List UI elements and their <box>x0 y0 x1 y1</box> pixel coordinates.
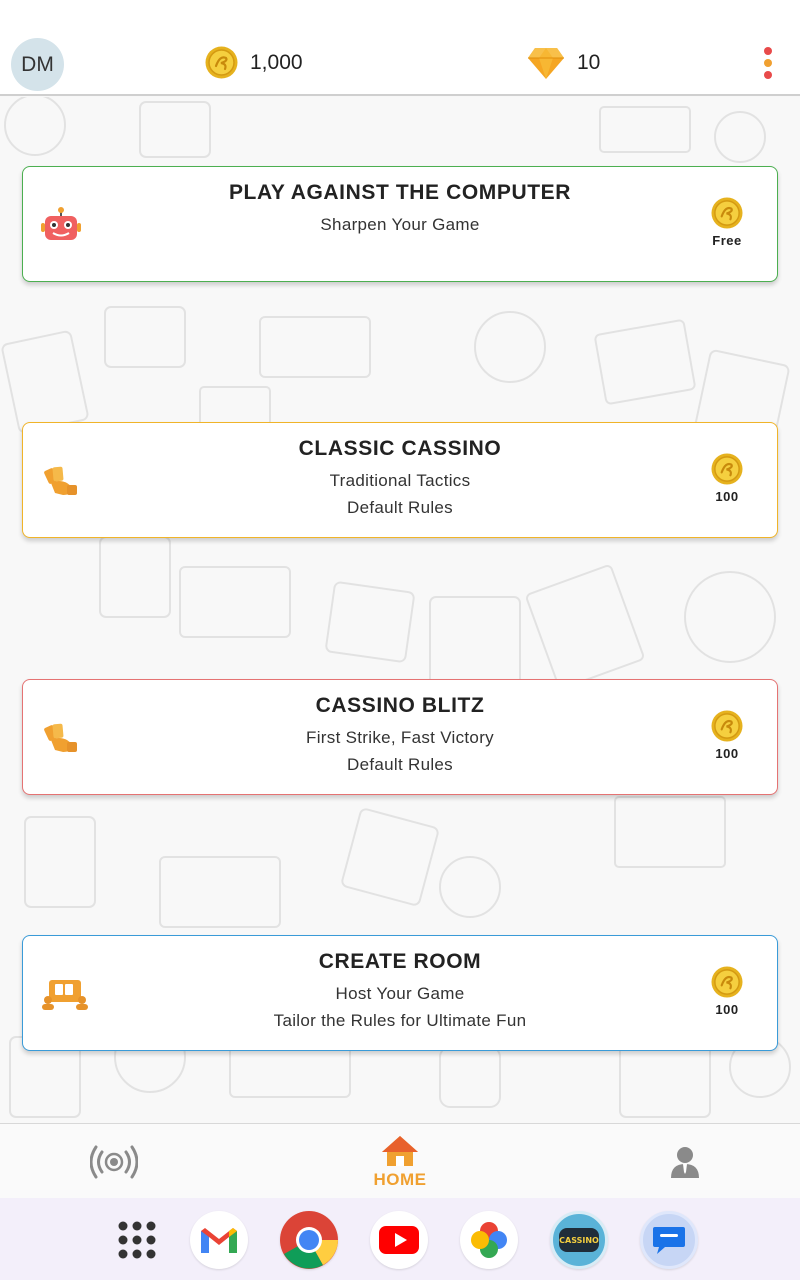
entry-cost-label: 100 <box>715 1002 739 1017</box>
entry-cost: 100 <box>707 710 747 761</box>
nav-item-live[interactable] <box>84 1124 144 1199</box>
mode-card-cassino-blitz[interactable]: CASSINO BLITZ First Strike, Fast Victory… <box>22 679 778 795</box>
chrome-icon[interactable] <box>280 1211 338 1269</box>
profile-icon <box>671 1146 699 1178</box>
playing-cards-hand-icon <box>44 723 77 752</box>
mode-rules: Tailor the Rules for Ultimate Fun <box>273 1011 527 1030</box>
nav-item-home[interactable]: HOME <box>360 1124 440 1199</box>
mode-card-create-room[interactable]: CREATE ROOM Host Your Game Tailor the Ru… <box>22 935 778 1051</box>
entry-cost: Free <box>707 197 747 248</box>
mode-rules: Default Rules <box>347 498 453 517</box>
mode-card-play-vs-computer[interactable]: PLAY AGAINST THE COMPUTER Sharpen Your G… <box>22 166 778 282</box>
mode-text: PLAY AGAINST THE COMPUTER Sharpen Your G… <box>103 181 697 235</box>
mode-rules: Default Rules <box>347 755 453 774</box>
mode-text: CREATE ROOM Host Your Game Tailor the Ru… <box>103 950 697 1031</box>
coin-icon <box>711 453 743 485</box>
bottom-navigation: HOME <box>0 1123 800 1198</box>
mode-subtitle: Host Your Game <box>335 984 465 1003</box>
gem-count: 10 <box>577 51 601 74</box>
game-mode-list: PLAY AGAINST THE COMPUTER Sharpen Your G… <box>0 97 800 1123</box>
cassino-app-icon[interactable]: CASSINO <box>550 1211 608 1269</box>
photos-icon[interactable] <box>460 1211 518 1269</box>
home-icon <box>382 1135 418 1166</box>
coin-icon <box>711 710 743 742</box>
card-table-players-icon <box>42 980 88 1010</box>
broadcast-icon <box>90 1145 138 1178</box>
mode-title: CASSINO BLITZ <box>315 694 485 717</box>
coin-icon <box>711 197 743 229</box>
gmail-icon[interactable] <box>190 1211 248 1269</box>
diamond-icon <box>528 48 564 79</box>
entry-cost-label: Free <box>712 233 742 248</box>
coin-icon <box>205 46 238 79</box>
mode-subtitle: Sharpen Your Game <box>320 215 480 234</box>
nav-item-profile[interactable] <box>660 1124 710 1199</box>
youtube-icon[interactable] <box>370 1211 428 1269</box>
avatar[interactable]: DM <box>11 38 64 91</box>
mode-subtitle: Traditional Tactics <box>329 471 471 490</box>
entry-cost-label: 100 <box>715 489 739 504</box>
mode-text: CLASSIC CASSINO Traditional Tactics Defa… <box>103 437 697 518</box>
entry-cost: 100 <box>707 453 747 504</box>
mode-title: CREATE ROOM <box>318 950 482 973</box>
cassino-badge-label: CASSINO <box>559 1235 599 1245</box>
mode-card-classic-cassino[interactable]: CLASSIC CASSINO Traditional Tactics Defa… <box>22 422 778 538</box>
avatar-initials: DM <box>21 52 54 76</box>
kebab-menu-icon[interactable] <box>760 47 776 81</box>
coin-balance: 1,000 <box>205 46 303 79</box>
robot-icon <box>41 207 81 240</box>
messages-icon[interactable] <box>640 1211 698 1269</box>
mode-title: PLAY AGAINST THE COMPUTER <box>228 181 572 204</box>
coin-count: 1,000 <box>250 50 303 74</box>
top-bar: DM 1,000 10 <box>0 0 800 96</box>
mode-subtitle: First Strike, Fast Victory <box>306 728 494 747</box>
mode-text: CASSINO BLITZ First Strike, Fast Victory… <box>103 694 697 775</box>
coin-icon <box>711 966 743 998</box>
playing-cards-hand-icon <box>44 466 77 495</box>
app-drawer-icon[interactable] <box>115 1218 159 1262</box>
entry-cost-label: 100 <box>715 746 739 761</box>
entry-cost: 100 <box>707 966 747 1017</box>
nav-home-label: HOME <box>373 1169 427 1189</box>
mode-title: CLASSIC CASSINO <box>298 437 502 460</box>
app-dock: CASSINO <box>0 1198 800 1280</box>
gem-balance: 10 <box>527 46 600 80</box>
